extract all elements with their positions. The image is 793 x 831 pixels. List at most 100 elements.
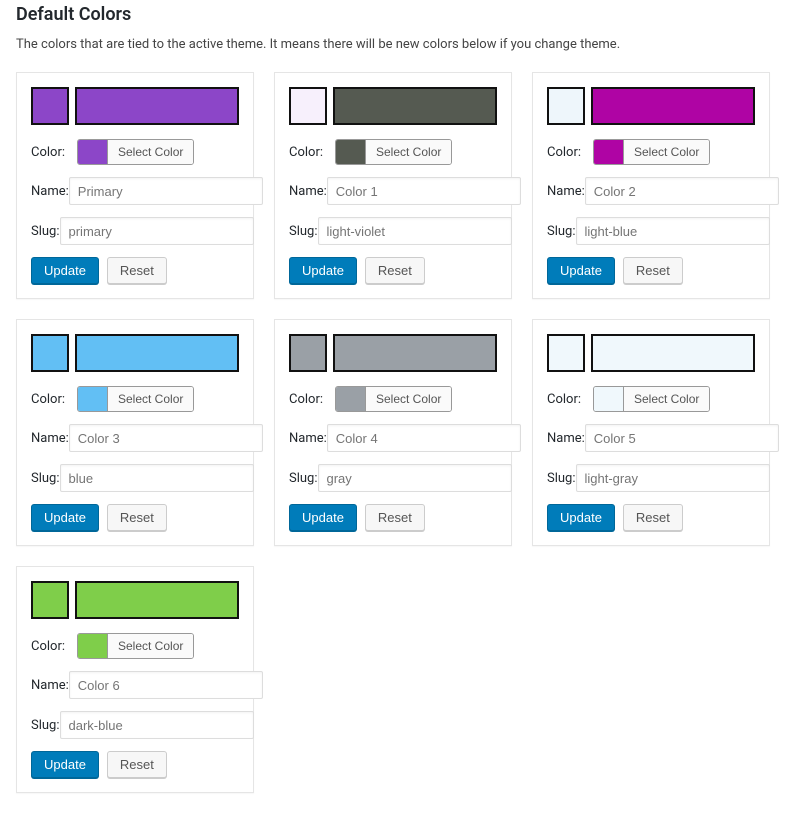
slug-input[interactable] — [318, 217, 512, 245]
select-color-button[interactable]: Select Color — [108, 387, 193, 411]
update-button[interactable]: Update — [547, 504, 615, 531]
color-label: Color: — [31, 639, 77, 654]
preview-row — [547, 334, 755, 372]
reset-button[interactable]: Reset — [623, 504, 683, 531]
color-field-row: Color: Select Color — [31, 386, 239, 412]
swatch-large — [75, 334, 239, 372]
reset-button[interactable]: Reset — [107, 751, 167, 778]
reset-button[interactable]: Reset — [107, 257, 167, 284]
name-input[interactable] — [69, 671, 263, 699]
swatch-large — [591, 87, 755, 125]
select-color-button[interactable]: Select Color — [108, 140, 193, 164]
color-label: Color: — [289, 392, 335, 407]
swatch-small — [289, 334, 327, 372]
select-color-button[interactable]: Select Color — [108, 634, 193, 658]
swatch-large — [75, 87, 239, 125]
reset-button[interactable]: Reset — [365, 504, 425, 531]
color-picker[interactable]: Select Color — [77, 386, 194, 412]
select-color-button[interactable]: Select Color — [624, 387, 709, 411]
color-picker-swatch — [336, 387, 366, 411]
swatch-large — [591, 334, 755, 372]
name-input[interactable] — [327, 424, 521, 452]
slug-label: Slug: — [31, 224, 60, 239]
slug-label: Slug: — [31, 718, 60, 733]
color-card: Color: Select Color Name: Slug: Update R… — [16, 72, 254, 299]
color-field-row: Color: Select Color — [547, 386, 755, 412]
slug-input[interactable] — [318, 464, 512, 492]
swatch-small — [547, 87, 585, 125]
color-picker-swatch — [78, 387, 108, 411]
preview-row — [289, 334, 497, 372]
color-cards-grid: Color: Select Color Name: Slug: Update R… — [16, 72, 777, 793]
color-picker[interactable]: Select Color — [77, 139, 194, 165]
swatch-small — [31, 87, 69, 125]
slug-input[interactable] — [576, 464, 770, 492]
color-card: Color: Select Color Name: Slug: Update R… — [532, 72, 770, 299]
color-picker[interactable]: Select Color — [593, 139, 710, 165]
color-picker[interactable]: Select Color — [593, 386, 710, 412]
swatch-large — [75, 581, 239, 619]
update-button[interactable]: Update — [31, 751, 99, 778]
name-label: Name: — [547, 184, 585, 199]
reset-button[interactable]: Reset — [623, 257, 683, 284]
color-field-row: Color: Select Color — [547, 139, 755, 165]
name-label: Name: — [547, 431, 585, 446]
slug-label: Slug: — [289, 224, 318, 239]
preview-row — [31, 87, 239, 125]
update-button[interactable]: Update — [289, 504, 357, 531]
slug-label: Slug: — [547, 224, 576, 239]
color-picker[interactable]: Select Color — [335, 139, 452, 165]
slug-input[interactable] — [576, 217, 770, 245]
name-input[interactable] — [327, 177, 521, 205]
reset-button[interactable]: Reset — [107, 504, 167, 531]
slug-input[interactable] — [60, 711, 254, 739]
color-card: Color: Select Color Name: Slug: Update R… — [532, 319, 770, 546]
color-label: Color: — [289, 145, 335, 160]
preview-row — [31, 334, 239, 372]
select-color-button[interactable]: Select Color — [366, 387, 451, 411]
color-label: Color: — [547, 145, 593, 160]
color-label: Color: — [31, 392, 77, 407]
color-card: Color: Select Color Name: Slug: Update R… — [16, 566, 254, 793]
name-input[interactable] — [585, 424, 779, 452]
color-picker-swatch — [594, 140, 624, 164]
name-input[interactable] — [69, 177, 263, 205]
slug-field-row: Slug: — [289, 217, 497, 245]
color-field-row: Color: Select Color — [289, 139, 497, 165]
select-color-button[interactable]: Select Color — [624, 140, 709, 164]
button-row: Update Reset — [31, 504, 239, 531]
color-picker-swatch — [78, 634, 108, 658]
name-field-row: Name: — [547, 424, 755, 452]
preview-row — [547, 87, 755, 125]
update-button[interactable]: Update — [31, 504, 99, 531]
slug-input[interactable] — [60, 217, 254, 245]
color-picker[interactable]: Select Color — [335, 386, 452, 412]
update-button[interactable]: Update — [289, 257, 357, 284]
update-button[interactable]: Update — [547, 257, 615, 284]
reset-button[interactable]: Reset — [365, 257, 425, 284]
preview-row — [31, 581, 239, 619]
color-picker[interactable]: Select Color — [77, 633, 194, 659]
name-field-row: Name: — [31, 671, 239, 699]
button-row: Update Reset — [547, 257, 755, 284]
name-field-row: Name: — [547, 177, 755, 205]
name-field-row: Name: — [31, 424, 239, 452]
color-card: Color: Select Color Name: Slug: Update R… — [274, 72, 512, 299]
button-row: Update Reset — [31, 257, 239, 284]
select-color-button[interactable]: Select Color — [366, 140, 451, 164]
name-label: Name: — [31, 431, 69, 446]
preview-row — [289, 87, 497, 125]
slug-field-row: Slug: — [31, 217, 239, 245]
name-input[interactable] — [585, 177, 779, 205]
slug-field-row: Slug: — [289, 464, 497, 492]
color-field-row: Color: Select Color — [31, 633, 239, 659]
button-row: Update Reset — [289, 257, 497, 284]
slug-field-row: Slug: — [31, 711, 239, 739]
slug-input[interactable] — [60, 464, 254, 492]
button-row: Update Reset — [31, 751, 239, 778]
name-input[interactable] — [69, 424, 263, 452]
slug-field-row: Slug: — [31, 464, 239, 492]
button-row: Update Reset — [547, 504, 755, 531]
name-label: Name: — [31, 678, 69, 693]
update-button[interactable]: Update — [31, 257, 99, 284]
